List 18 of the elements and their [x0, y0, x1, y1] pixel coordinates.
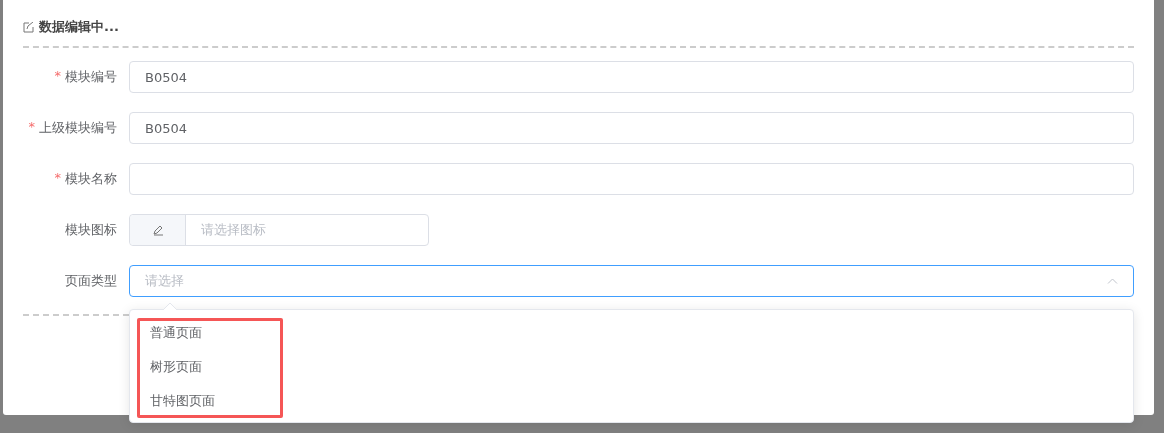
- section-title: 数据编辑中...: [39, 18, 119, 36]
- required-mark: *: [28, 119, 35, 136]
- field-label: 模块编号: [65, 68, 117, 86]
- required-mark: *: [54, 170, 61, 187]
- field-label: 模块名称: [65, 170, 117, 188]
- dropdown-option[interactable]: 普通页面: [130, 316, 222, 350]
- edit-icon: [23, 21, 34, 33]
- dropdown-option[interactable]: 树形页面: [130, 350, 222, 384]
- pencil-icon: [151, 224, 164, 236]
- field-label: 页面类型: [65, 272, 117, 290]
- text-field[interactable]: [129, 163, 1134, 195]
- caret-icon: [1107, 278, 1118, 284]
- text-field[interactable]: B0504: [129, 61, 1134, 93]
- text-field[interactable]: B0504: [129, 112, 1134, 144]
- field-label: 模块图标: [65, 221, 117, 239]
- dropdown-option[interactable]: 甘特图页面: [130, 384, 235, 418]
- required-mark: *: [54, 68, 61, 85]
- field-label: 上级模块编号: [39, 119, 117, 137]
